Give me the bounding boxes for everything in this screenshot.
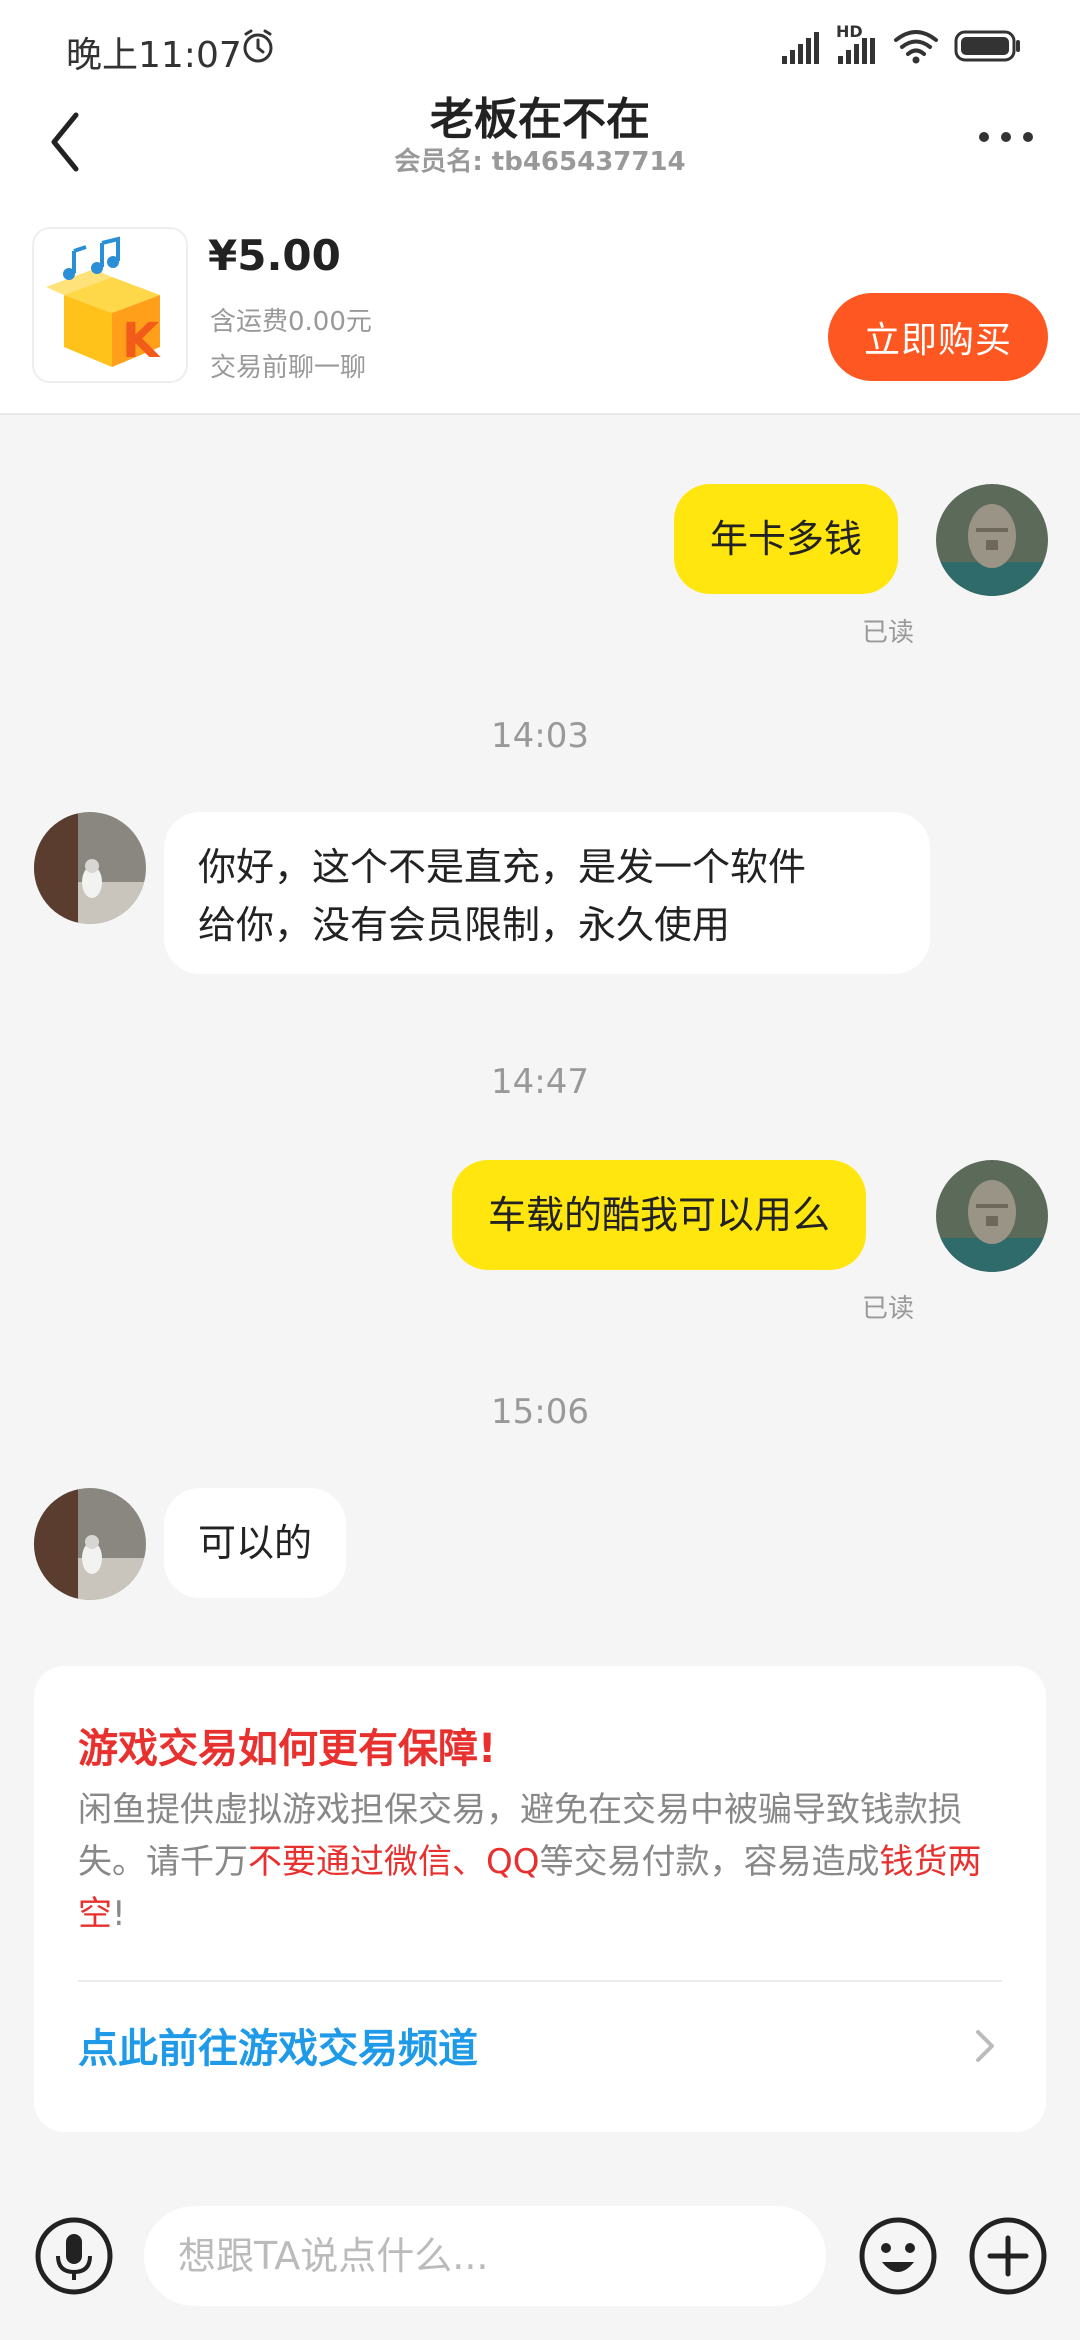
notice-text: 等交易付款，容易造成 — [539, 1842, 880, 1882]
status-time: 晚上11:07 — [66, 35, 242, 76]
notice-warning-text: 不要通过微信、QQ — [248, 1842, 540, 1882]
message-bubble-theirs[interactable]: 你好，这个不是直充，是发一个软件 给你，没有会员限制，永久使用 — [164, 812, 930, 974]
message-bubble-mine[interactable]: 车载的酷我可以用么 — [452, 1160, 867, 1270]
product-thumbnail[interactable]: K — [32, 227, 188, 383]
timestamp: 14:47 — [491, 1062, 589, 1102]
plus-icon[interactable] — [968, 2216, 1048, 2296]
read-status: 已读 — [862, 618, 915, 648]
microphone-icon[interactable] — [34, 2216, 114, 2296]
product-shipping: 含运费0.00元 — [210, 307, 372, 337]
game-trade-channel-link[interactable]: 点此前往游戏交易频道 — [78, 1988, 1002, 2108]
chevron-right-icon — [976, 2030, 994, 2062]
svg-text:K: K — [122, 313, 161, 369]
message-input[interactable] — [144, 2206, 826, 2306]
message-text: 可以的 — [198, 1521, 313, 1565]
chat-header: 老板在不在 会员名: tb465437714 — [0, 94, 1080, 205]
member-name: 会员名: tb465437714 — [394, 147, 686, 177]
link-label: 点此前往游戏交易频道 — [78, 2026, 478, 2072]
read-status: 已读 — [862, 1294, 915, 1324]
seller-avatar[interactable] — [34, 1488, 146, 1600]
safety-notice-card: 游戏交易如何更有保障! 闲鱼提供虚拟游戏担保交易，避免在交易中被骗导致钱款损失。… — [34, 1666, 1046, 2132]
alarm-icon — [243, 29, 273, 63]
product-note: 交易前聊一聊 — [210, 353, 367, 383]
message-line: 给你，没有会员限制，永久使用 — [198, 903, 731, 947]
message-text: 车载的酷我可以用么 — [488, 1193, 831, 1237]
message-text: 年卡多钱 — [710, 517, 863, 561]
my-avatar[interactable] — [936, 484, 1048, 596]
kuwo-logo-icon: K — [46, 236, 161, 369]
notice-text: ! — [112, 1894, 126, 1934]
message-line: 你好，这个不是直充，是发一个软件 — [198, 845, 807, 889]
wifi-icon — [894, 30, 938, 64]
buy-now-button[interactable]: 立即购买 — [828, 293, 1048, 381]
message-bubble-theirs[interactable]: 可以的 — [164, 1488, 347, 1598]
timestamp: 14:03 — [491, 716, 589, 756]
seller-avatar[interactable] — [34, 812, 146, 924]
page-title: 老板在不在 — [430, 94, 650, 145]
notice-title: 游戏交易如何更有保障! — [78, 1726, 497, 1772]
emoji-icon[interactable] — [858, 2216, 938, 2296]
status-bar: 晚上11:07 HD — [0, 0, 1080, 95]
more-icon[interactable] — [976, 125, 1036, 149]
divider — [78, 1980, 1002, 1982]
product-price: ¥5.00 — [208, 231, 341, 280]
timestamp: 15:06 — [491, 1392, 589, 1432]
product-card[interactable]: K ¥5.00 含运费0.00元 交易前聊一聊 立即购买 — [0, 205, 1080, 415]
signal-icon — [782, 32, 819, 64]
battery-icon — [954, 30, 1020, 62]
my-avatar[interactable] — [936, 1160, 1048, 1272]
notice-body: 闲鱼提供虚拟游戏担保交易，避免在交易中被骗导致钱款损失。请千万不要通过微信、QQ… — [78, 1784, 1018, 1940]
signal-hd-icon — [838, 38, 875, 64]
message-bubble-mine[interactable]: 年卡多钱 — [674, 484, 899, 594]
